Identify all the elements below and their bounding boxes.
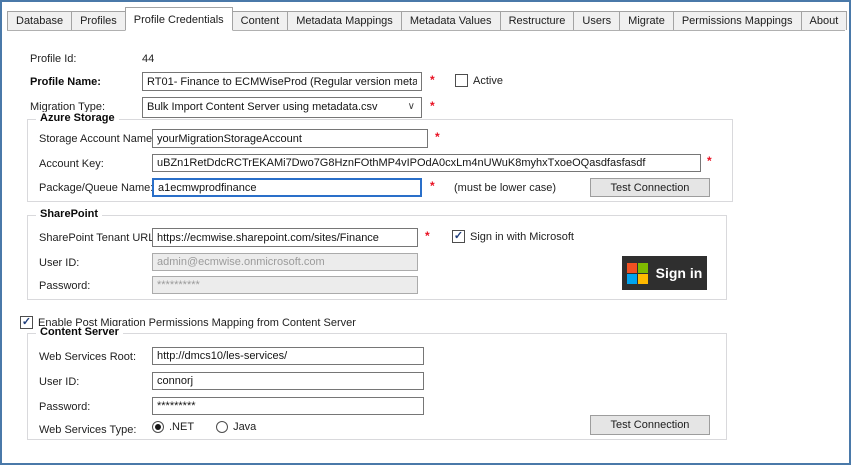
profile-id-label: Profile Id:: [30, 53, 76, 65]
sharepoint-user-id-label: User ID:: [39, 257, 79, 269]
profile-name-label: Profile Name:: [30, 76, 101, 88]
web-services-type-label: Web Services Type:: [39, 424, 136, 436]
sign-in-with-microsoft-checkbox-box: [452, 230, 465, 243]
account-key-required-marker: *: [707, 154, 712, 168]
profile-name-required-marker: *: [430, 73, 435, 87]
tab-metadata-mappings[interactable]: Metadata Mappings: [287, 11, 402, 30]
tenant-url-required-marker: *: [425, 229, 430, 243]
chevron-down-icon: ∨: [408, 101, 415, 112]
storage-account-name-input[interactable]: [152, 129, 428, 148]
tab-users[interactable]: Users: [573, 11, 620, 30]
migration-type-required-marker: *: [430, 99, 435, 113]
tab-restructure[interactable]: Restructure: [500, 11, 575, 30]
microsoft-sign-in-button[interactable]: Sign in: [622, 256, 707, 290]
ms-logo-green-square: [638, 263, 648, 273]
profile-name-input[interactable]: [142, 72, 422, 91]
tab-permissions-mappings[interactable]: Permissions Mappings: [673, 11, 802, 30]
web-services-root-input[interactable]: [152, 347, 424, 365]
sign-in-with-microsoft-label: Sign in with Microsoft: [470, 231, 574, 243]
lower-case-hint: (must be lower case): [454, 182, 556, 194]
net-radio-circle: [152, 421, 164, 433]
java-radio-circle: [216, 421, 228, 433]
azure-storage-group-title: Azure Storage: [36, 112, 119, 124]
active-checkbox-label: Active: [473, 75, 503, 87]
ms-logo-red-square: [627, 263, 637, 273]
web-services-type-radio-group: .NET Java: [152, 421, 256, 433]
content-server-password-input[interactable]: [152, 397, 424, 415]
migration-type-dropdown[interactable]: Bulk Import Content Server using metadat…: [142, 97, 422, 118]
sharepoint-user-id-input: [152, 253, 418, 271]
content-server-user-id-input[interactable]: [152, 372, 424, 390]
enable-post-migration-checkbox-box: [20, 316, 33, 329]
ms-logo-blue-square: [627, 274, 637, 284]
content-server-test-connection-button[interactable]: Test Connection: [590, 415, 710, 435]
java-radio[interactable]: Java: [216, 421, 256, 433]
sharepoint-tenant-url-input[interactable]: [152, 228, 418, 247]
web-services-root-label: Web Services Root:: [39, 351, 136, 363]
account-key-input[interactable]: [152, 154, 701, 172]
azure-test-connection-button[interactable]: Test Connection: [590, 178, 710, 197]
ms-logo-yellow-square: [638, 274, 648, 284]
profile-id-value: 44: [142, 53, 154, 65]
content-server-group-title: Content Server: [36, 326, 123, 338]
sharepoint-tenant-url-label: SharePoint Tenant URL:: [39, 232, 157, 244]
sign-in-with-microsoft-checkbox[interactable]: Sign in with Microsoft: [452, 230, 574, 243]
app-window: DatabaseProfilesProfile CredentialsConte…: [0, 0, 851, 465]
active-checkbox-box: [455, 74, 468, 87]
package-queue-required-marker: *: [430, 179, 435, 193]
java-radio-label: Java: [233, 421, 256, 433]
tab-strip: DatabaseProfilesProfile CredentialsConte…: [7, 5, 845, 31]
tab-profile-credentials[interactable]: Profile Credentials: [125, 7, 233, 31]
microsoft-logo-icon: [627, 263, 648, 284]
tab-profiles[interactable]: Profiles: [71, 11, 126, 30]
tab-migrate[interactable]: Migrate: [619, 11, 674, 30]
package-queue-name-label: Package/Queue Name:: [39, 182, 153, 194]
content-server-password-label: Password:: [39, 401, 90, 413]
active-checkbox[interactable]: Active: [455, 74, 503, 87]
tab-about[interactable]: About: [801, 11, 848, 30]
net-radio-label: .NET: [169, 421, 194, 433]
package-queue-name-input[interactable]: [152, 178, 422, 197]
content-server-user-id-label: User ID:: [39, 376, 79, 388]
sign-in-button-label: Sign in: [656, 265, 703, 281]
account-key-label: Account Key:: [39, 158, 104, 170]
tab-database[interactable]: Database: [7, 11, 72, 30]
migration-type-value: Bulk Import Content Server using metadat…: [147, 101, 378, 113]
net-radio[interactable]: .NET: [152, 421, 194, 433]
sharepoint-password-input: [152, 276, 418, 294]
storage-account-required-marker: *: [435, 130, 440, 144]
tab-metadata-values[interactable]: Metadata Values: [401, 11, 501, 30]
sharepoint-password-label: Password:: [39, 280, 90, 292]
storage-account-name-label: Storage Account Name:: [39, 133, 155, 145]
tab-content[interactable]: Content: [232, 11, 289, 30]
sharepoint-group-title: SharePoint: [36, 208, 102, 220]
